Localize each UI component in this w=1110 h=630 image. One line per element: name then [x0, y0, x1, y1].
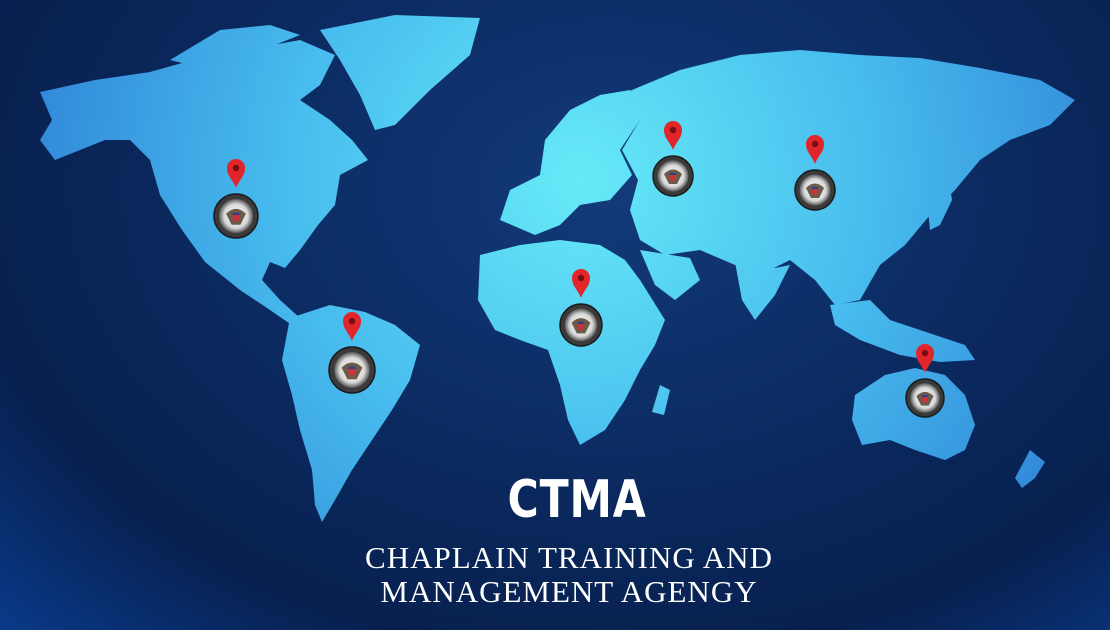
- ctma-seal-emblem: [559, 303, 603, 347]
- ctma-seal-emblem: [213, 193, 259, 239]
- ctma-seal-emblem: [652, 155, 694, 197]
- southeast-asia-islands: [830, 300, 975, 362]
- brand-name-line-1: CHAPLAIN TRAINING AND: [365, 540, 773, 575]
- continents: [40, 15, 1075, 522]
- madagascar-island: [652, 385, 670, 415]
- ctma-seal-emblem: [328, 346, 376, 394]
- europe-landmass: [500, 90, 640, 235]
- ctma-seal-emblem: [794, 169, 836, 211]
- map-pin-icon: [916, 344, 934, 373]
- north-america-landmass: [40, 40, 368, 328]
- world-map: [40, 15, 1075, 522]
- brand-acronym: CTMA: [507, 470, 647, 530]
- ctma-seal-emblem: [905, 378, 945, 418]
- india-subcontinent: [735, 262, 790, 320]
- greenland-landmass: [320, 15, 480, 130]
- arabian-peninsula: [640, 250, 700, 300]
- brand-name-line-2: MANAGEMENT AGENGY: [380, 574, 758, 609]
